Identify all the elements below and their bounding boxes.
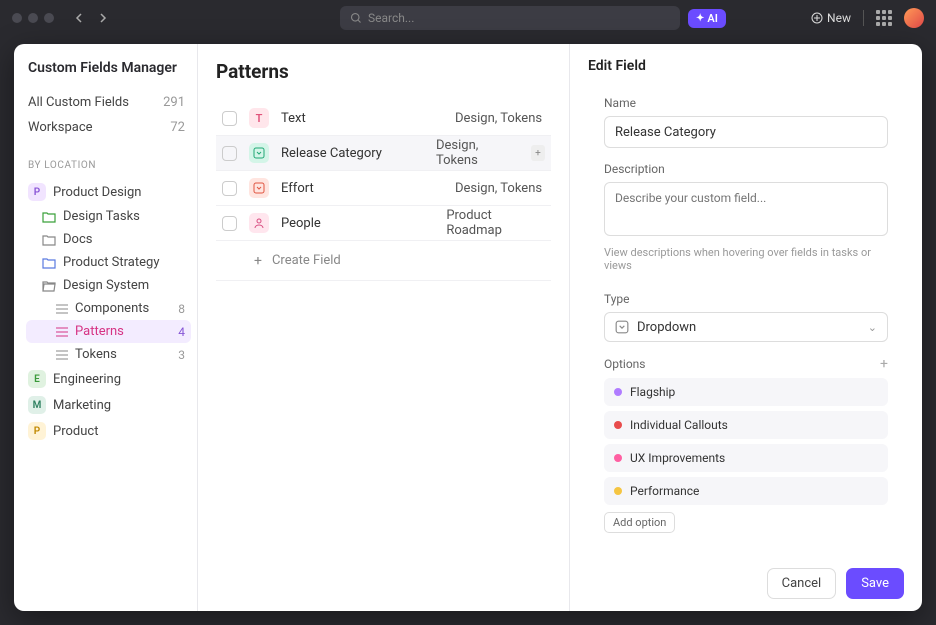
plus-icon: + (254, 253, 262, 269)
type-select[interactable]: Dropdown ⌄ (604, 312, 888, 342)
section-header: BY LOCATION (28, 160, 191, 171)
space-badge-icon: M (28, 396, 46, 414)
row-checkbox[interactable] (222, 181, 237, 196)
topbar: Search... AI New (0, 0, 936, 36)
dropdown-type-icon (249, 143, 269, 163)
folder-design-system[interactable]: Design System (26, 274, 191, 297)
workspace: Custom Fields Manager All Custom Fields … (14, 44, 922, 611)
name-input[interactable] (604, 116, 888, 148)
fields-table: T Text Design, Tokens Release Category D… (216, 101, 551, 281)
text-type-icon: T (249, 108, 269, 128)
name-label: Name (604, 96, 888, 110)
divider (863, 10, 864, 26)
type-label: Type (604, 292, 888, 306)
topbar-right: New (811, 8, 924, 28)
list-components[interactable]: Components 8 (26, 297, 191, 320)
color-dot-icon (614, 421, 622, 429)
minimize-window[interactable] (28, 13, 38, 23)
space-engineering[interactable]: E Engineering (26, 366, 191, 392)
space-badge-icon: P (28, 183, 46, 201)
edit-field-panel: Edit Field Name Description View descrip… (569, 44, 922, 611)
panel-footer: Cancel Save (570, 556, 922, 611)
space-product[interactable]: P Product (26, 418, 191, 444)
field-row-effort[interactable]: Effort Design, Tokens (216, 171, 551, 206)
forward-button[interactable] (92, 8, 112, 28)
option-flagship[interactable]: Flagship (604, 378, 888, 406)
plus-circle-icon (811, 12, 823, 24)
add-option-icon[interactable]: + (880, 356, 888, 372)
list-icon (56, 304, 68, 314)
space-product-design[interactable]: P Product Design (26, 179, 191, 205)
options-label: Options (604, 357, 646, 371)
folder-docs[interactable]: Docs (26, 228, 191, 251)
list-patterns[interactable]: Patterns 4 (26, 320, 191, 343)
folder-open-icon (42, 280, 56, 292)
effort-type-icon (249, 178, 269, 198)
maximize-window[interactable] (44, 13, 54, 23)
main-area: Patterns T Text Design, Tokens Release C… (198, 44, 569, 611)
user-avatar[interactable] (904, 8, 924, 28)
close-window[interactable] (12, 13, 22, 23)
search-icon (350, 12, 362, 24)
description-hint: View descriptions when hovering over fie… (604, 246, 888, 272)
row-checkbox[interactable] (222, 146, 237, 161)
space-marketing[interactable]: M Marketing (26, 392, 191, 418)
sidebar-totals-all[interactable]: All Custom Fields 291 (26, 90, 191, 115)
row-checkbox[interactable] (222, 216, 237, 231)
option-ux-improvements[interactable]: UX Improvements (604, 444, 888, 472)
row-checkbox[interactable] (222, 111, 237, 126)
save-button[interactable]: Save (846, 568, 904, 599)
sidebar-totals-workspace[interactable]: Workspace 72 (26, 115, 191, 140)
list-icon (56, 350, 68, 360)
panel-title: Edit Field (570, 44, 922, 84)
add-option-button[interactable]: Add option (604, 512, 675, 533)
field-row-release-category[interactable]: Release Category Design, Tokens + (216, 136, 551, 171)
folder-design-tasks[interactable]: Design Tasks (26, 205, 191, 228)
list-tokens[interactable]: Tokens 3 (26, 343, 191, 366)
chevron-down-icon: ⌄ (868, 321, 877, 334)
color-dot-icon (614, 487, 622, 495)
search-input[interactable]: Search... (340, 6, 680, 30)
people-type-icon (249, 213, 269, 233)
sidebar: Custom Fields Manager All Custom Fields … (14, 44, 198, 611)
cancel-button[interactable]: Cancel (767, 568, 837, 599)
field-row-text[interactable]: T Text Design, Tokens (216, 101, 551, 136)
folder-icon (42, 257, 56, 269)
option-performance[interactable]: Performance (604, 477, 888, 505)
list-icon (56, 327, 68, 337)
space-badge-icon: P (28, 422, 46, 440)
create-field-button[interactable]: + Create Field (216, 241, 551, 281)
sidebar-title: Custom Fields Manager (26, 60, 191, 76)
description-label: Description (604, 162, 888, 176)
folder-icon (42, 234, 56, 246)
description-input[interactable] (604, 182, 888, 236)
search-placeholder: Search... (368, 11, 414, 25)
window-controls (12, 13, 54, 23)
ai-button[interactable]: AI (688, 9, 726, 28)
expand-locations-icon[interactable]: + (531, 145, 545, 161)
color-dot-icon (614, 388, 622, 396)
option-individual-callouts[interactable]: Individual Callouts (604, 411, 888, 439)
apps-icon[interactable] (876, 10, 892, 26)
new-button[interactable]: New (811, 11, 851, 25)
dropdown-icon (615, 320, 629, 334)
page-title: Patterns (216, 60, 551, 83)
nav-arrows (70, 8, 112, 28)
back-button[interactable] (70, 8, 90, 28)
field-row-people[interactable]: People Product Roadmap (216, 206, 551, 241)
folder-icon (42, 211, 56, 223)
color-dot-icon (614, 454, 622, 462)
space-badge-icon: E (28, 370, 46, 388)
folder-product-strategy[interactable]: Product Strategy (26, 251, 191, 274)
